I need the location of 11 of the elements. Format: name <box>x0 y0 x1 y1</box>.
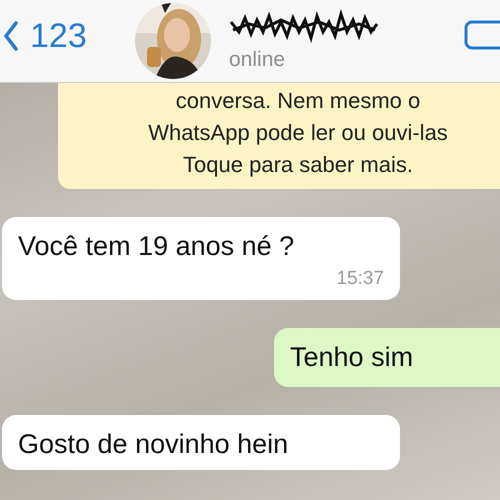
notice-text: Toque para saber mais. <box>183 151 413 179</box>
encryption-notice[interactable]: conversa. Nem mesmo o WhatsApp pode ler ou ouvi-las Toque para saber mais. <box>58 83 500 189</box>
message-text: Você tem 19 anos né ? <box>18 231 296 262</box>
message-text: Tenho sim <box>290 342 414 373</box>
chevron-left-icon <box>4 21 18 51</box>
back-button[interactable]: 123 <box>0 16 135 56</box>
status-text: online <box>229 48 286 72</box>
notice-text: WhatsApp pode ler ou ouvi-las <box>148 119 448 147</box>
message-time: 15:37 <box>336 268 384 290</box>
message-text: Gosto de novinho hein <box>18 429 290 460</box>
notice-text: conversa. Nem mesmo o <box>176 87 420 115</box>
